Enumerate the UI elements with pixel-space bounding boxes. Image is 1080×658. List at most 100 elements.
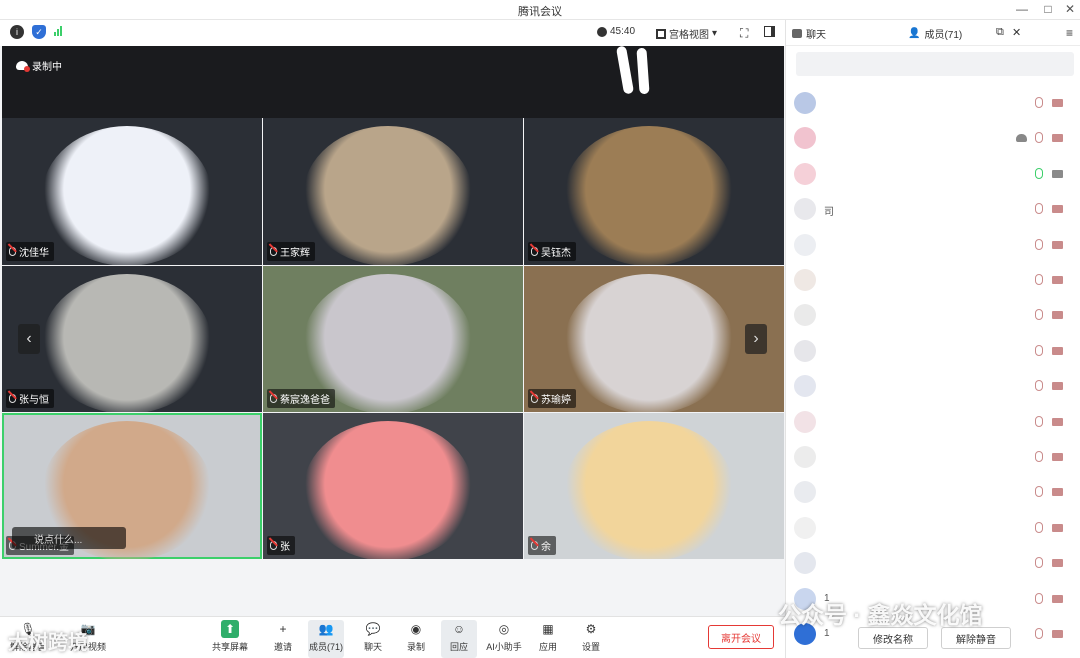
toolbar-apps-button[interactable]: ▦ 应用 bbox=[530, 620, 566, 658]
member-row[interactable] bbox=[786, 334, 1080, 369]
recording-strip: 录制中 bbox=[2, 45, 784, 118]
mic-muted-icon[interactable] bbox=[1035, 238, 1043, 250]
info-icon[interactable]: i bbox=[10, 25, 24, 39]
member-row[interactable] bbox=[786, 263, 1080, 298]
member-row[interactable] bbox=[786, 440, 1080, 475]
camera-icon[interactable] bbox=[1052, 523, 1063, 532]
camera-icon[interactable] bbox=[1052, 453, 1063, 461]
mic-muted-icon bbox=[270, 394, 277, 403]
camera-icon[interactable] bbox=[1052, 276, 1063, 284]
participant-name-label: 余 bbox=[528, 536, 556, 555]
mic-muted-icon[interactable] bbox=[1035, 415, 1043, 427]
participant-name-label: 苏瑜婷 bbox=[528, 389, 576, 408]
member-row[interactable] bbox=[786, 546, 1080, 581]
camera-icon[interactable] bbox=[1052, 346, 1063, 355]
member-row[interactable] bbox=[786, 86, 1080, 121]
camera-icon[interactable] bbox=[1052, 417, 1063, 426]
mic-muted-icon[interactable] bbox=[1035, 274, 1043, 285]
member-row[interactable] bbox=[786, 228, 1080, 263]
mic-muted-icon bbox=[531, 541, 538, 550]
camera-icon[interactable] bbox=[1052, 594, 1063, 603]
video-tile[interactable]: 蔡宸逸爸爸 bbox=[263, 266, 523, 412]
camera-icon[interactable] bbox=[1052, 134, 1063, 143]
member-row[interactable] bbox=[786, 405, 1080, 440]
toolbar-reaction-button[interactable]: ☺ 回应 bbox=[441, 620, 477, 658]
video-tile[interactable]: Summer.金说点什么... bbox=[2, 413, 262, 559]
camera-icon[interactable] bbox=[1052, 311, 1063, 320]
toolbar-members-button[interactable]: 👥 成员(71) bbox=[308, 620, 344, 658]
mic-muted-icon[interactable] bbox=[1035, 97, 1043, 108]
mic-muted-icon[interactable] bbox=[1035, 203, 1043, 215]
invite-icon: + bbox=[279, 622, 287, 636]
member-row[interactable] bbox=[786, 121, 1080, 156]
maximize-button[interactable]: □ bbox=[1038, 2, 1058, 16]
member-row[interactable] bbox=[786, 157, 1080, 192]
camera-icon[interactable] bbox=[1052, 99, 1063, 107]
camera-icon[interactable] bbox=[1052, 240, 1063, 249]
mic-muted-icon bbox=[531, 247, 538, 256]
mic-muted-icon bbox=[9, 247, 16, 256]
camera-icon[interactable] bbox=[1052, 205, 1063, 214]
toolbar-record-button[interactable]: ◉ 录制 bbox=[398, 620, 434, 658]
member-row[interactable] bbox=[786, 298, 1080, 333]
tab-members[interactable]: 👤 成员(71) bbox=[908, 26, 962, 41]
menu-icon[interactable]: ≡ bbox=[1066, 26, 1073, 40]
mic-on-icon[interactable] bbox=[1035, 167, 1043, 179]
member-row[interactable] bbox=[786, 369, 1080, 404]
toolbar-ai-assistant-button[interactable]: ◎ AI小助手 bbox=[484, 620, 524, 658]
camera-icon[interactable] bbox=[1052, 382, 1063, 391]
popout-icon[interactable]: ⧉ bbox=[996, 26, 1004, 39]
chat-bubble-input[interactable]: 说点什么... bbox=[12, 527, 126, 549]
video-tile[interactable]: 沈佳华 bbox=[2, 118, 262, 265]
user-icon: 👤 bbox=[908, 28, 921, 39]
camera-icon[interactable] bbox=[1052, 488, 1063, 497]
watermark-left: 大树跨境 bbox=[8, 632, 88, 654]
mic-muted-icon[interactable] bbox=[1035, 309, 1043, 321]
leave-meeting-button[interactable]: 离开会议 bbox=[708, 625, 774, 649]
settings-icon: ⚙ bbox=[585, 622, 597, 636]
mic-muted-icon[interactable] bbox=[1035, 628, 1043, 639]
unmute-all-button[interactable]: 解除静音 bbox=[941, 627, 1011, 649]
member-row[interactable] bbox=[786, 475, 1080, 510]
security-shield-icon[interactable]: ✓ bbox=[32, 25, 46, 39]
avatar bbox=[794, 198, 816, 221]
next-page-button[interactable]: › bbox=[745, 324, 767, 354]
camera-icon[interactable] bbox=[1052, 559, 1063, 568]
toolbar-invite-button[interactable]: + 邀请 bbox=[265, 620, 301, 658]
mic-muted-icon[interactable] bbox=[1035, 521, 1043, 533]
toolbar-settings-button[interactable]: ⚙ 设置 bbox=[573, 620, 609, 658]
layout-icon[interactable] bbox=[764, 26, 775, 37]
mic-muted-icon[interactable] bbox=[1035, 380, 1043, 392]
member-row[interactable] bbox=[786, 511, 1080, 546]
fullscreen-icon[interactable]: ⛶ bbox=[740, 26, 748, 41]
prev-page-button[interactable]: ‹ bbox=[18, 324, 40, 354]
member-row[interactable]: 司 bbox=[786, 192, 1080, 227]
mic-muted-icon[interactable] bbox=[1035, 557, 1043, 569]
signal-icon[interactable] bbox=[54, 26, 62, 36]
mic-muted-icon[interactable] bbox=[1035, 486, 1043, 498]
video-tile[interactable]: 王家辉 bbox=[263, 118, 523, 265]
video-tile[interactable]: 张与恒 bbox=[2, 266, 262, 412]
mic-muted-icon bbox=[270, 541, 277, 550]
rename-button[interactable]: 修改名称 bbox=[858, 627, 928, 649]
minimize-button[interactable]: — bbox=[1012, 2, 1032, 16]
camera-icon[interactable] bbox=[1052, 169, 1063, 178]
member-name: 司 bbox=[824, 207, 834, 219]
member-search-input[interactable] bbox=[796, 52, 1074, 76]
toolbar-chat-button[interactable]: 💬 聊天 bbox=[355, 620, 391, 658]
video-tile[interactable]: 吴钰杰 bbox=[524, 118, 784, 265]
mic-muted-icon[interactable] bbox=[1035, 132, 1043, 144]
window-title: 腾讯会议 bbox=[518, 6, 562, 18]
meeting-timer: 45:40 bbox=[597, 26, 635, 37]
mic-muted-icon[interactable] bbox=[1035, 451, 1043, 462]
toolbar-share-screen-button[interactable]: ⬆ 共享屏幕 bbox=[212, 620, 248, 658]
view-mode-dropdown[interactable]: 宫格视图 ▾ bbox=[656, 26, 717, 41]
video-tile[interactable]: 张 bbox=[263, 413, 523, 559]
close-button[interactable]: ✕ bbox=[1060, 2, 1080, 16]
video-tile[interactable]: 余 bbox=[524, 413, 784, 559]
mic-muted-icon[interactable] bbox=[1035, 592, 1043, 604]
close-panel-icon[interactable]: ✕ bbox=[1012, 26, 1021, 39]
camera-icon[interactable] bbox=[1052, 630, 1063, 638]
tab-chat[interactable]: 聊天 bbox=[792, 26, 826, 41]
mic-muted-icon[interactable] bbox=[1035, 344, 1043, 356]
